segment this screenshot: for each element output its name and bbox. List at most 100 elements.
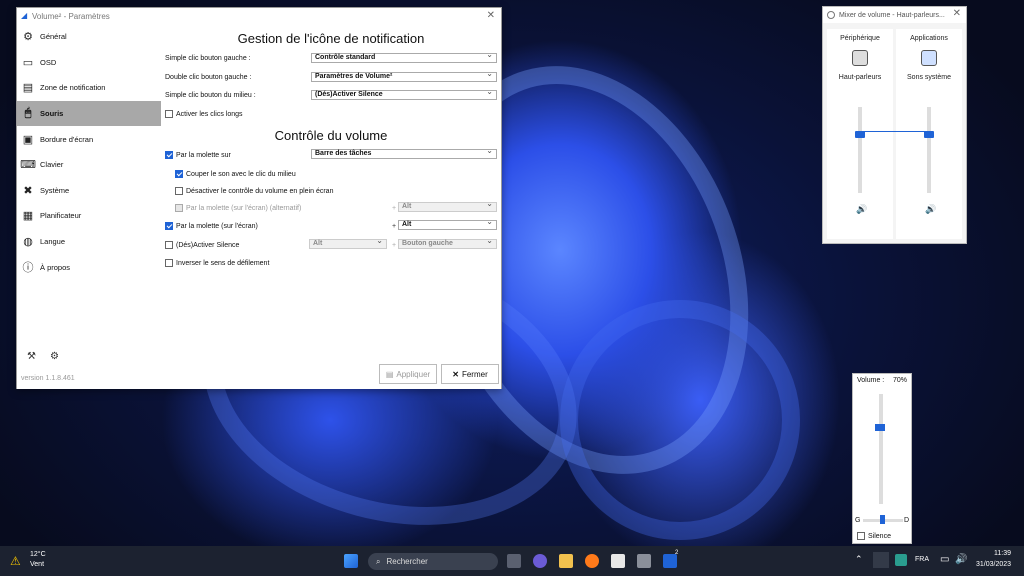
weather-desc[interactable]: Vent <box>30 561 44 568</box>
file-explorer-icon[interactable] <box>559 554 573 568</box>
toggle-silence-checkbox[interactable] <box>165 241 173 249</box>
volume-percent: 70% <box>892 377 907 384</box>
window-title: Volume² - Paramètres <box>32 11 110 21</box>
sidebar-item-osd[interactable]: ▭ OSD <box>17 50 161 76</box>
mute-middle-checkbox[interactable] <box>175 170 183 178</box>
speaker-device-icon[interactable] <box>852 50 868 66</box>
volume-tray-icon[interactable] <box>873 552 889 568</box>
middle-click-select[interactable]: (Dés)Activer Silence <box>311 88 497 100</box>
close-label: Fermer <box>461 369 488 379</box>
device-speaker-icon[interactable]: 🔊 <box>856 204 867 215</box>
sidebar-item-mouse[interactable]: 🖱 Souris <box>17 100 161 127</box>
left-click-label: Simple clic bouton gauche : <box>165 55 251 62</box>
weather-temp[interactable]: 12°C <box>30 551 46 558</box>
toggle-silence-row[interactable]: (Dés)Activer Silence <box>165 241 239 249</box>
search-icon: ⌕ <box>376 556 381 566</box>
wheel-screen-alt-row: Par la molette (sur l'écran) (alternatif… <box>175 204 301 212</box>
wheel-screen-select[interactable]: Alt <box>398 218 497 230</box>
plus-sign: + <box>392 242 397 249</box>
wheel-screen-checkbox[interactable] <box>165 222 173 230</box>
store-icon[interactable] <box>611 554 625 568</box>
firefox-icon[interactable] <box>585 554 599 568</box>
double-left-click-select[interactable]: Paramètres de Volume² <box>311 70 497 82</box>
left-click-select[interactable]: Contrôle standard <box>311 51 497 63</box>
balance-thumb[interactable] <box>880 515 885 524</box>
app-volume-track[interactable] <box>927 107 931 193</box>
wheel-on-select[interactable]: Barre des tâches <box>311 147 497 159</box>
search-box[interactable]: ⌕ Rechercher <box>368 553 498 570</box>
wheel-on-label: Par la molette sur <box>176 151 231 159</box>
start-icon[interactable] <box>344 554 358 568</box>
apply-icon: ▤ <box>385 369 394 379</box>
tray-app-icon[interactable] <box>895 554 907 566</box>
double-left-click-label: Double clic bouton gauche : <box>165 74 252 81</box>
plus-sign: + <box>392 223 397 230</box>
chevron-up-icon[interactable]: ⌃ <box>855 554 863 565</box>
device-volume-thumb[interactable] <box>855 131 865 138</box>
close-button[interactable]: ✕ Fermer <box>441 364 499 384</box>
task-view-icon[interactable] <box>507 554 521 568</box>
long-clicks-checkbox[interactable] <box>165 110 173 118</box>
sidebar-item-label: Souris <box>40 109 64 119</box>
info-icon: ⓘ <box>22 262 34 275</box>
silence-checkbox[interactable] <box>857 532 865 540</box>
silence-row[interactable]: Silence <box>857 532 891 540</box>
mute-middle-row[interactable]: Couper le son avec le clic du milieu <box>175 170 296 178</box>
mixer-titlebar: Mixer de volume - Haut-parleurs... ✕ <box>823 7 966 23</box>
applications-header: Applications <box>910 35 948 42</box>
device-name: Haut-parleurs <box>838 74 882 81</box>
speaker-icon[interactable]: 🔊 <box>955 554 967 565</box>
wheel-on-row[interactable]: Par la molette sur <box>165 151 231 159</box>
device-header: Périphérique <box>840 35 880 42</box>
invert-checkbox[interactable] <box>165 259 173 267</box>
balance-right-label: D <box>903 517 909 524</box>
device-volume-track[interactable] <box>858 107 862 193</box>
sidebar-item-about[interactable]: ⓘ À propos <box>17 254 161 280</box>
language-indicator[interactable]: FRA <box>915 556 929 563</box>
network-icon[interactable]: ▭ <box>940 554 949 565</box>
app-speaker-icon[interactable]: 🔊 <box>925 204 936 215</box>
system-sounds-icon[interactable] <box>921 50 937 66</box>
screen-border-icon: ▣ <box>22 133 34 146</box>
settings-gear-icon[interactable]: ⚙ <box>50 351 59 362</box>
weather-warning-icon[interactable]: ⚠ <box>10 554 21 568</box>
teams-chat-icon[interactable] <box>533 554 547 568</box>
wheel-screen-row[interactable]: Par la molette (sur l'écran) <box>165 222 258 230</box>
long-clicks-row[interactable]: Activer les clics longs <box>165 110 243 118</box>
close-icon[interactable]: ✕ <box>953 8 961 19</box>
wheel-screen-alt-select: Alt <box>398 200 497 212</box>
sidebar-item-label: À propos <box>40 262 71 272</box>
hammer-icon[interactable]: ⚒ <box>27 351 36 362</box>
notification-area-icon: ▤ <box>22 82 34 95</box>
sidebar-item-label: Général <box>40 32 67 42</box>
sidebar-item-scheduler[interactable]: ▦ Planificateur <box>17 203 161 229</box>
mute-middle-label: Couper le son avec le clic du milieu <box>186 170 296 178</box>
calendar-icon: ▦ <box>22 210 34 223</box>
apply-button[interactable]: ▤ Appliquer <box>379 364 437 384</box>
close-icon[interactable]: ✕ <box>487 10 495 21</box>
master-volume-track[interactable] <box>879 394 883 504</box>
sidebar-item-label: Langue <box>40 237 66 247</box>
sidebar-item-notification-area[interactable]: ▤ Zone de notification <box>17 75 161 101</box>
disable-fullscreen-checkbox[interactable] <box>175 187 183 195</box>
clock-date[interactable]: 31/03/2023 <box>976 561 1011 568</box>
sidebar-item-language[interactable]: ◍ Langue <box>17 229 161 255</box>
tools-icon: ✖ <box>23 184 33 197</box>
invert-row[interactable]: Inverser le sens de défilement <box>165 259 269 267</box>
sidebar-item-screen-border[interactable]: ▣ Bordure d'écran <box>17 126 161 152</box>
app-volume-thumb[interactable] <box>924 131 934 138</box>
wheel-screen-label: Par la molette (sur l'écran) <box>176 222 258 230</box>
clock-time[interactable]: 11:39 <box>994 550 1011 557</box>
sidebar-item-general[interactable]: ⚙ Général <box>17 24 161 50</box>
disable-fullscreen-row[interactable]: Désactiver le contrôle du volume en plei… <box>175 187 333 195</box>
master-volume-thumb[interactable] <box>875 424 885 431</box>
globe-icon: ◍ <box>23 236 33 249</box>
wheel-on-checkbox[interactable] <box>165 151 173 159</box>
mixer-app-icon <box>827 11 835 19</box>
volume2-app-icon[interactable] <box>663 554 677 568</box>
app-badge: 2 <box>675 550 679 556</box>
security-shield-icon[interactable] <box>637 554 651 568</box>
device-column: Périphérique Haut-parleurs 🔊 <box>827 29 893 239</box>
sidebar-item-system[interactable]: ✖ Système <box>17 178 161 204</box>
sidebar-item-keyboard[interactable]: ⌨ Clavier <box>17 152 161 178</box>
